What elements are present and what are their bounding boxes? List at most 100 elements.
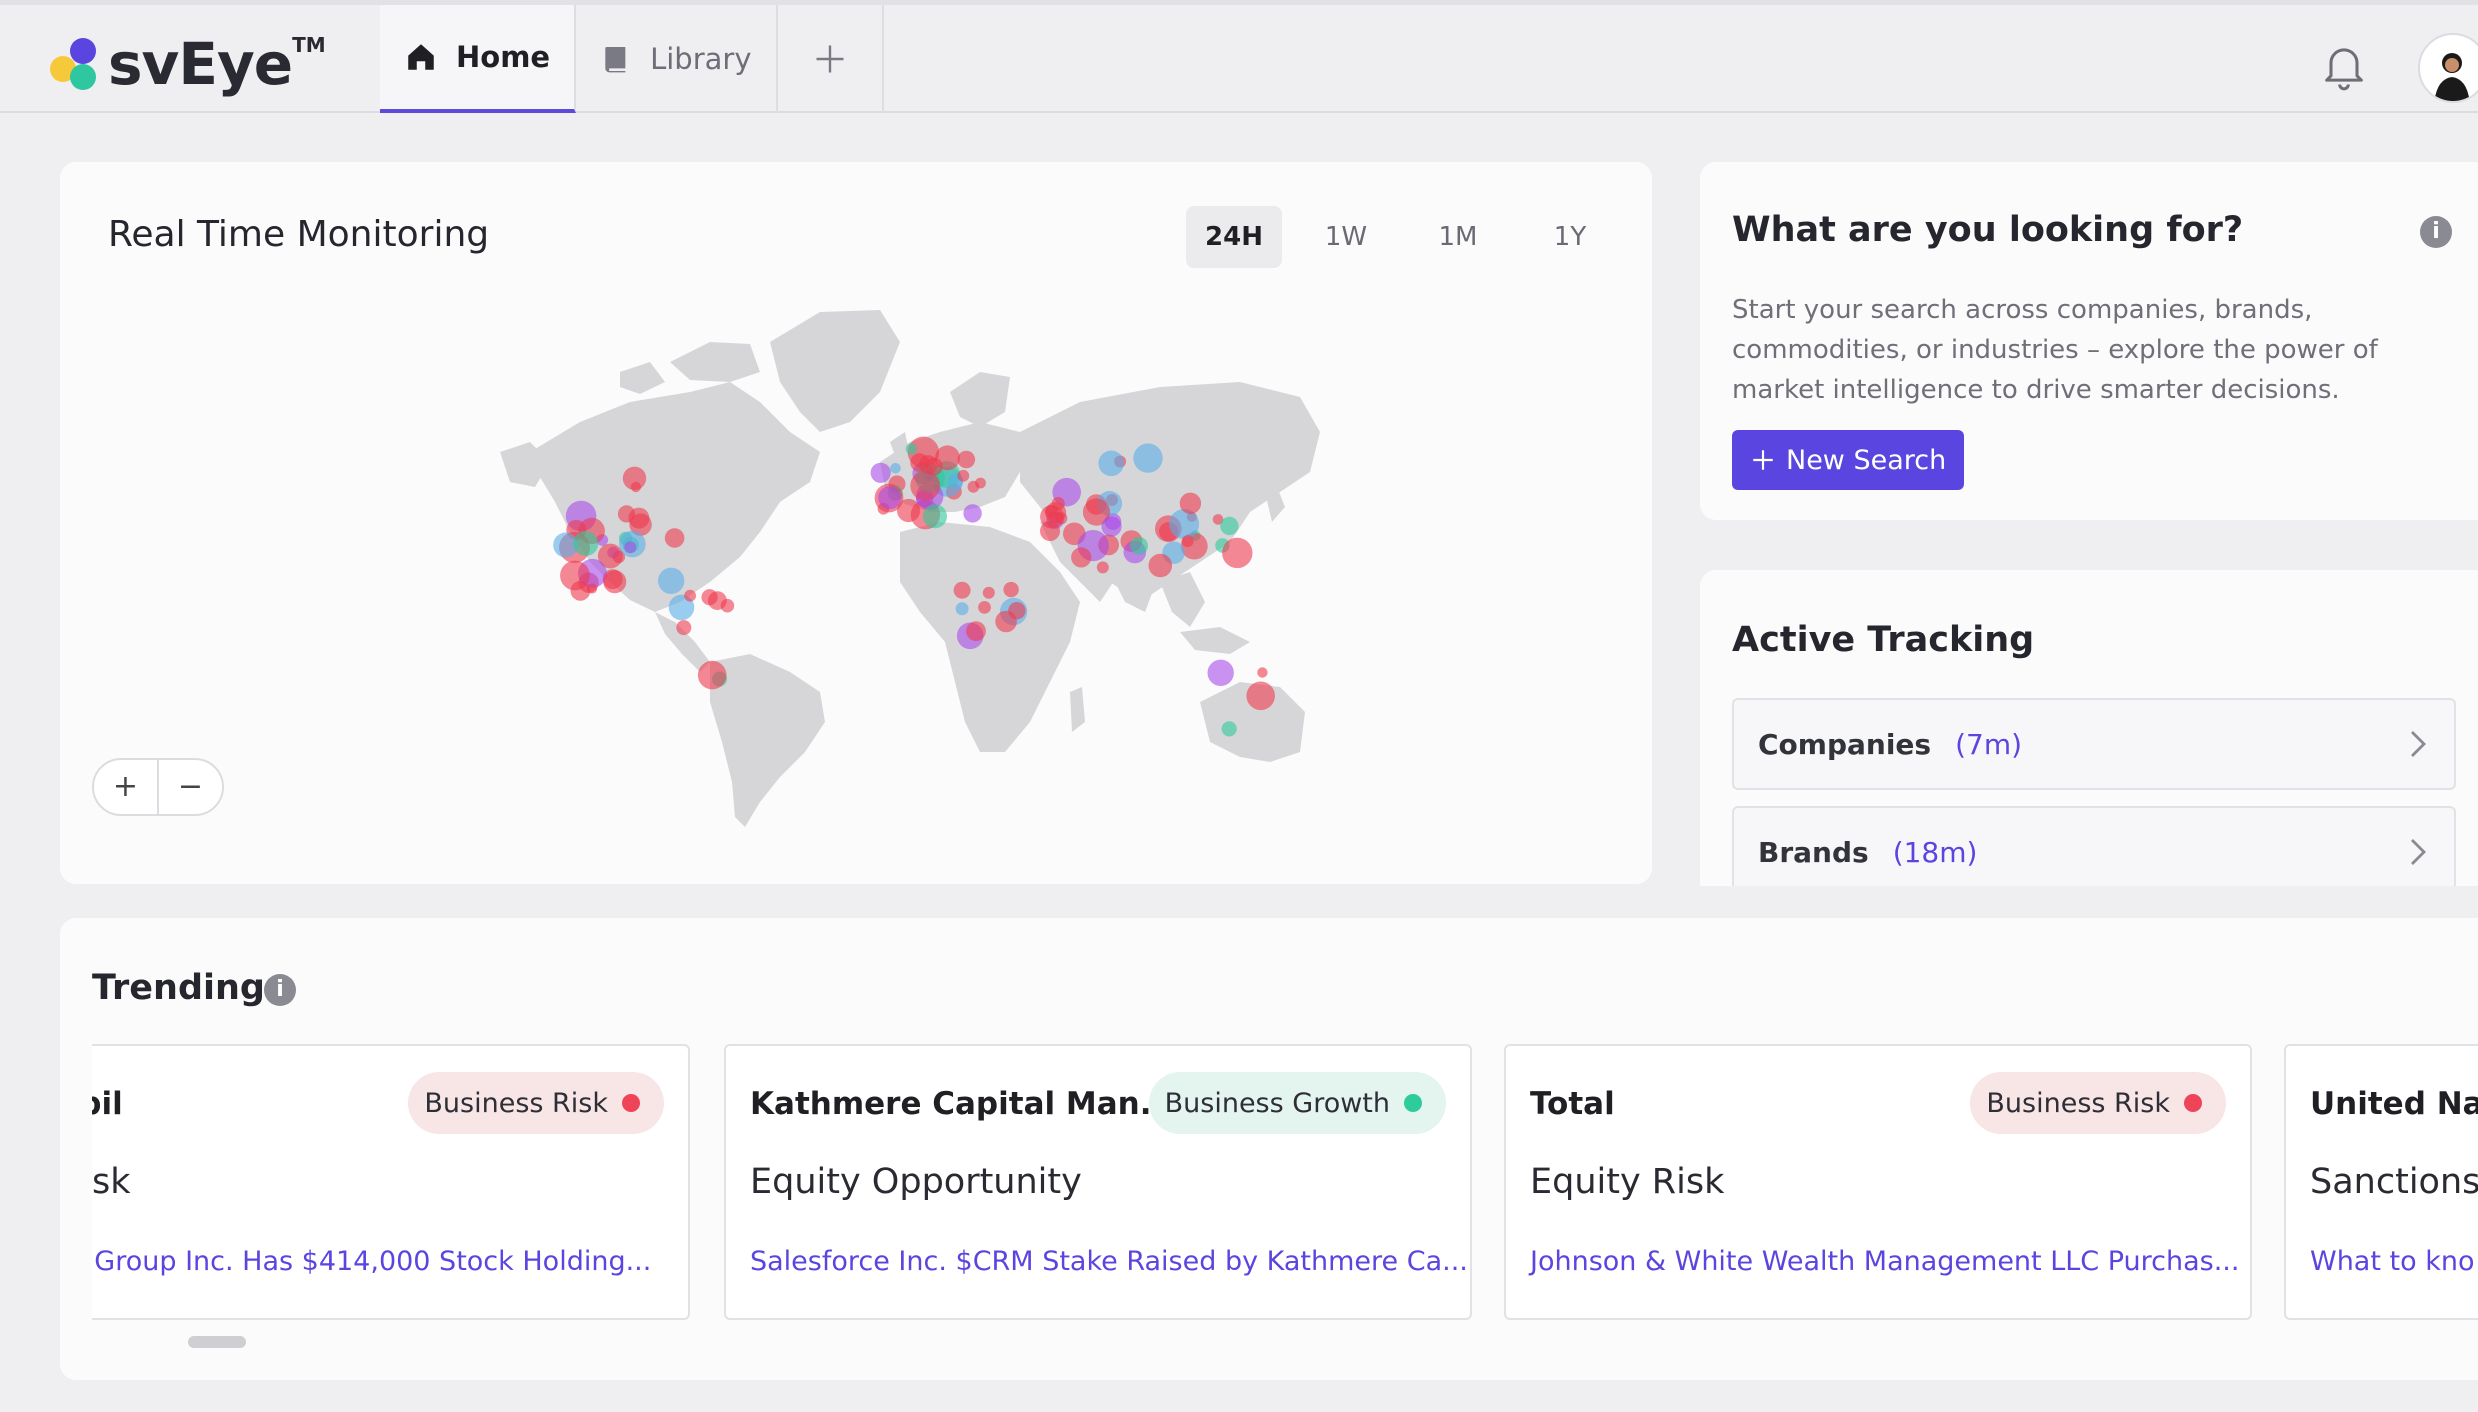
status-badge: Business Risk	[1970, 1072, 2226, 1134]
activity-marker[interactable]	[963, 504, 982, 523]
activity-marker[interactable]	[1220, 516, 1239, 536]
trend-headline-link[interactable]: What to kno	[2310, 1246, 2474, 1277]
risk-dot-icon	[622, 1094, 640, 1112]
activity-marker[interactable]	[1207, 659, 1234, 686]
tracking-item-companies[interactable]: Companies (7m)	[1732, 698, 2456, 790]
activity-marker[interactable]	[560, 560, 590, 591]
activity-marker[interactable]	[676, 620, 692, 636]
activity-marker[interactable]	[910, 470, 941, 501]
activity-marker[interactable]	[957, 450, 976, 469]
tab-bar: Home Library	[380, 5, 884, 113]
trending-card: Trending i obil Business Risk Risk th Gr…	[60, 918, 2478, 1380]
activity-marker[interactable]	[603, 570, 627, 594]
activity-marker[interactable]	[1096, 561, 1109, 574]
range-1y[interactable]: 1Y	[1522, 206, 1618, 268]
info-icon[interactable]: i	[264, 974, 296, 1006]
range-24h[interactable]: 24H	[1186, 206, 1282, 268]
trending-card-item[interactable]: obil Business Risk Risk th Group Inc. Ha…	[92, 1044, 690, 1320]
activity-marker[interactable]	[1071, 547, 1092, 568]
activity-marker[interactable]	[982, 586, 995, 599]
activity-marker[interactable]	[1246, 681, 1275, 711]
zoom-out-button[interactable]: −	[159, 760, 222, 814]
activity-marker[interactable]	[966, 621, 986, 641]
activity-marker[interactable]	[1055, 512, 1068, 525]
trending-card-item[interactable]: Kathmere Capital Man... Business Growth …	[724, 1044, 1472, 1320]
activity-marker[interactable]	[978, 601, 991, 614]
status-badge: Business Growth	[1148, 1072, 1446, 1134]
plus-icon	[1753, 450, 1773, 470]
activity-marker[interactable]	[957, 469, 970, 482]
activity-marker[interactable]	[1051, 496, 1065, 511]
activity-marker[interactable]	[1130, 536, 1148, 555]
tracking-title: Active Tracking	[1732, 620, 2035, 660]
activity-marker[interactable]	[624, 541, 637, 554]
add-tab-button[interactable]	[778, 5, 884, 113]
badge-label: Business Growth	[1164, 1087, 1390, 1119]
activity-marker[interactable]	[658, 567, 685, 594]
activity-marker[interactable]	[664, 528, 685, 548]
world-map-land	[500, 310, 1320, 827]
activity-marker[interactable]	[1221, 721, 1237, 737]
zoom-in-button[interactable]: +	[94, 760, 159, 814]
user-avatar[interactable]	[2418, 33, 2478, 103]
trending-card-item[interactable]: Total Business Risk Equity Risk Johnson …	[1504, 1044, 2252, 1320]
real-time-monitoring-card: Real Time Monitoring 24H 1W 1M 1Y + −	[60, 162, 1652, 884]
activity-marker[interactable]	[697, 660, 727, 690]
activity-marker[interactable]	[1181, 535, 1194, 548]
activity-marker[interactable]	[1222, 537, 1253, 569]
plus-icon	[816, 45, 843, 73]
bell-icon[interactable]	[2318, 39, 2370, 91]
activity-marker[interactable]	[1133, 443, 1163, 473]
activity-marker[interactable]	[1257, 667, 1268, 678]
trending-carousel[interactable]: obil Business Risk Risk th Group Inc. Ha…	[92, 1044, 2478, 1324]
activity-marker[interactable]	[1148, 553, 1173, 578]
info-icon[interactable]: i	[2420, 216, 2452, 248]
tab-home-label: Home	[456, 40, 551, 74]
range-1w[interactable]: 1W	[1298, 206, 1394, 268]
tracking-item-count: (18m)	[1892, 835, 1978, 869]
trending-title: Trending	[92, 968, 265, 1008]
activity-marker[interactable]	[1169, 509, 1200, 539]
tab-library-label: Library	[650, 42, 752, 76]
tab-home[interactable]: Home	[380, 5, 577, 113]
activity-marker[interactable]	[708, 591, 727, 610]
new-search-button[interactable]: New Search	[1732, 430, 1965, 490]
new-search-label: New Search	[1786, 444, 1947, 476]
trend-category: Equity Risk	[1530, 1162, 1725, 1202]
activity-marker[interactable]	[1179, 492, 1202, 514]
activity-marker[interactable]	[905, 443, 918, 455]
activity-marker[interactable]	[1003, 581, 1019, 598]
activity-marker[interactable]	[967, 480, 980, 493]
activity-marker[interactable]	[878, 486, 902, 510]
app-logo[interactable]: svEye TM	[48, 29, 326, 99]
activity-marker[interactable]	[684, 589, 696, 602]
activity-marker[interactable]	[622, 466, 647, 490]
search-card: What are you looking for? i Start your s…	[1700, 162, 2478, 520]
activity-marker[interactable]	[923, 504, 947, 529]
trend-headline-link[interactable]: Salesforce Inc. $CRM Stake Raised by Kat…	[750, 1246, 1468, 1277]
trending-card-item[interactable]: United Nat Sanctions What to kno	[2284, 1044, 2478, 1320]
activity-marker[interactable]	[890, 463, 901, 474]
trend-headline-link[interactable]: th Group Inc. Has $414,000 Stock Holding…	[92, 1246, 651, 1277]
range-1m[interactable]: 1M	[1410, 206, 1506, 268]
activity-marker[interactable]	[995, 610, 1017, 633]
activity-marker[interactable]	[617, 505, 636, 523]
status-badge: Business Risk	[408, 1072, 664, 1134]
activity-marker[interactable]	[1098, 450, 1124, 477]
logo-mark-icon	[48, 36, 104, 92]
carousel-scrollbar[interactable]	[188, 1336, 246, 1348]
trend-headline-link[interactable]: Johnson & White Wealth Management LLC Pu…	[1530, 1246, 2239, 1277]
activity-marker[interactable]	[573, 531, 599, 556]
trend-company: Total	[1530, 1086, 1615, 1122]
activity-marker[interactable]	[925, 457, 943, 476]
activity-marker[interactable]	[955, 602, 969, 616]
world-map[interactable]	[460, 282, 1320, 842]
activity-marker[interactable]	[870, 462, 891, 483]
activity-marker[interactable]	[1101, 516, 1122, 537]
tracking-item-brands[interactable]: Brands (18m)	[1732, 806, 2456, 886]
trend-category: Equity Opportunity	[750, 1162, 1082, 1202]
tab-library[interactable]: Library	[576, 5, 778, 113]
activity-marker[interactable]	[586, 583, 598, 594]
badge-label: Business Risk	[1986, 1087, 2170, 1119]
activity-marker[interactable]	[953, 581, 971, 599]
